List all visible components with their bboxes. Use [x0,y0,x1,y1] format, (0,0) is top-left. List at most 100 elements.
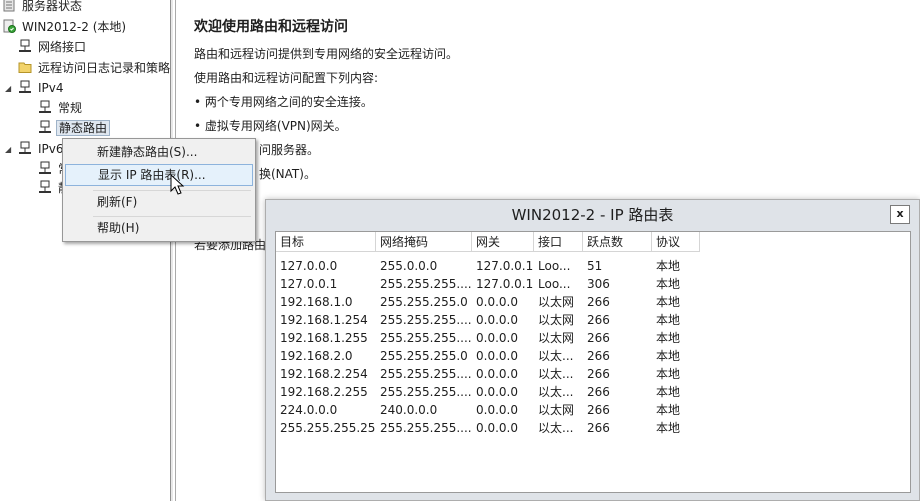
metric-cell: 266 [587,403,610,417]
column-header-gateway[interactable]: 网关 [472,232,534,252]
interface-cell: 以太网 [538,403,575,417]
ip-routing-table-dialog[interactable]: WIN2012-2 - IP 路由表 x 目标 网络掩码 网关 接口 跃点数 协议 127… [265,199,920,501]
protocol-cell: 本地 [656,331,681,345]
gateway-cell: 0.0.0.0 [476,331,518,345]
intro-text: 路由和远程访问提供到专用网络的安全远程访问。 [194,47,459,61]
metric-cell: 306 [587,277,610,291]
mouse-pointer-icon [170,174,185,195]
server-status-icon [3,0,15,12]
gateway-cell: 0.0.0.0 [476,403,518,417]
netmask-cell: 255.255.255.0 [380,295,468,309]
tree-item-label: WIN2012-2 (本地) [22,20,127,34]
tree-item-label: IPv4 [38,81,64,95]
column-header-metric[interactable]: 跃点数 [583,232,652,252]
table-row[interactable]: 192.168.2.0 255.255.255.0 0.0.0.0 以太... 266 本… [276,347,910,365]
server-icon [3,19,16,33]
bullet-item: • 虚拟专用网络(VPN)网关。 [194,119,347,133]
table-row[interactable]: 255.255.255.255 255.255.255.... 0.0.0.0 以太.… [276,419,910,437]
destination-cell: 192.168.1.254 [280,313,368,327]
tree-item-ipv6[interactable]: IPv6 [18,140,66,159]
interface-cell: 以太... [538,385,574,399]
table-row[interactable]: 192.168.2.255 255.255.255.... 0.0.0.0 以太...… [276,383,910,401]
table-row[interactable]: 127.0.0.0 255.0.0.0 127.0.0.1 Loo... 51 本地 [276,257,910,275]
interface-cell: 以太... [538,367,574,381]
destination-cell: 192.168.2.255 [280,385,368,399]
table-row[interactable]: 127.0.0.1 255.255.255.... 127.0.0.1 Loo... 3… [276,275,910,293]
destination-cell: 192.168.2.254 [280,367,368,381]
destination-cell: 192.168.1.255 [280,331,368,345]
menu-item-help[interactable]: 帮助(H) [65,217,253,239]
gateway-cell: 127.0.0.1 [476,277,534,291]
table-row[interactable]: 192.168.1.254 255.255.255.... 0.0.0.0 以太网 26… [276,311,910,329]
netmask-cell: 240.0.0.0 [380,403,438,417]
network-interface-icon [19,80,31,93]
collapse-arrow-icon[interactable]: ◢ [5,79,15,98]
menu-item-show-ip-routing-table[interactable]: 显示 IP 路由表(R)... [65,164,253,186]
table-row[interactable]: 224.0.0.0 240.0.0.0 0.0.0.0 以太网 266 本地 [276,401,910,419]
netmask-cell: 255.255.255.0 [380,349,468,363]
protocol-cell: 本地 [656,259,681,273]
protocol-cell: 本地 [656,313,681,327]
folder-icon [18,62,32,73]
metric-cell: 51 [587,259,603,273]
column-header-interface[interactable]: 接口 [534,232,583,252]
interface-cell: Loo... [538,259,571,273]
network-interface-icon [19,141,31,154]
gateway-cell: 0.0.0.0 [476,349,518,363]
network-interface-icon [19,39,31,52]
tree-item-static-routes[interactable]: 静态路由 [38,119,111,138]
netmask-cell: 255.255.255.... [380,277,472,291]
column-header-protocol[interactable]: 协议 [652,232,700,252]
navigation-tree[interactable]: 服务器状态 WIN2012-2 (本地) 网络接口 远程访问日志记录和策略 ◢ … [0,0,171,501]
network-interface-icon [39,100,51,113]
destination-cell: 192.168.2.0 [280,349,353,363]
close-button[interactable]: x [890,205,910,224]
tree-item-label: 静态路由 [56,120,111,136]
tree-item-ipv4[interactable]: IPv4 [18,79,66,98]
protocol-cell: 本地 [656,421,681,435]
metric-cell: 266 [587,385,610,399]
gateway-cell: 127.0.0.1 [476,259,534,273]
interface-cell: 以太网 [538,295,575,309]
column-header-netmask[interactable]: 网络掩码 [376,232,472,252]
destination-cell: 127.0.0.1 [280,277,338,291]
gateway-cell: 0.0.0.0 [476,295,518,309]
destination-cell: 127.0.0.0 [280,259,338,273]
table-row[interactable]: 192.168.2.254 255.255.255.... 0.0.0.0 以太...… [276,365,910,383]
protocol-cell: 本地 [656,277,681,291]
table-row[interactable]: 192.168.1.255 255.255.255.... 0.0.0.0 以太网 26… [276,329,910,347]
netmask-cell: 255.255.255.... [380,385,472,399]
interface-cell: 以太网 [538,313,575,327]
collapse-arrow-icon[interactable]: ◢ [5,140,15,159]
metric-cell: 266 [587,313,610,327]
bullet-item: 问服务器。 [259,143,320,157]
network-interface-icon [39,180,51,193]
gateway-cell: 0.0.0.0 [476,385,518,399]
column-header-destination[interactable]: 目标 [276,232,376,252]
interface-cell: 以太网 [538,331,575,345]
netmask-cell: 255.255.255.... [380,367,472,381]
metric-cell: 266 [587,331,610,345]
menu-item-new-static-route[interactable]: 新建静态路由(S)... [65,141,253,163]
tree-item-general[interactable]: 常规 [38,99,84,118]
pane-splitter[interactable] [171,0,173,501]
protocol-cell: 本地 [656,295,681,309]
metric-cell: 266 [587,367,610,381]
menu-item-refresh[interactable]: 刷新(F) [65,191,253,213]
tree-item-server-status[interactable]: 服务器状态 [2,0,84,16]
tree-item-server[interactable]: WIN2012-2 (本地) [2,18,128,37]
interface-cell: Loo... [538,277,571,291]
bullet-item: 换(NAT)。 [259,167,316,181]
netmask-cell: 255.0.0.0 [380,259,438,273]
metric-cell: 266 [587,295,610,309]
context-menu[interactable]: 新建静态路由(S)... 显示 IP 路由表(R)... 刷新(F) 帮助(H) [62,138,256,242]
table-row[interactable]: 192.168.1.0 255.255.255.0 0.0.0.0 以太网 266 本地 [276,293,910,311]
routing-table[interactable]: 目标 网络掩码 网关 接口 跃点数 协议 127.0.0.0 255.0.0.0 127.0.… [275,231,911,493]
destination-cell: 192.168.1.0 [280,295,353,309]
netmask-cell: 255.255.255.... [380,331,472,345]
tree-item-network-interfaces[interactable]: 网络接口 [18,38,88,57]
gateway-cell: 0.0.0.0 [476,367,518,381]
gateway-cell: 0.0.0.0 [476,421,518,435]
tree-item-remote-access-logging[interactable]: 远程访问日志记录和策略 [18,59,170,78]
metric-cell: 266 [587,421,610,435]
